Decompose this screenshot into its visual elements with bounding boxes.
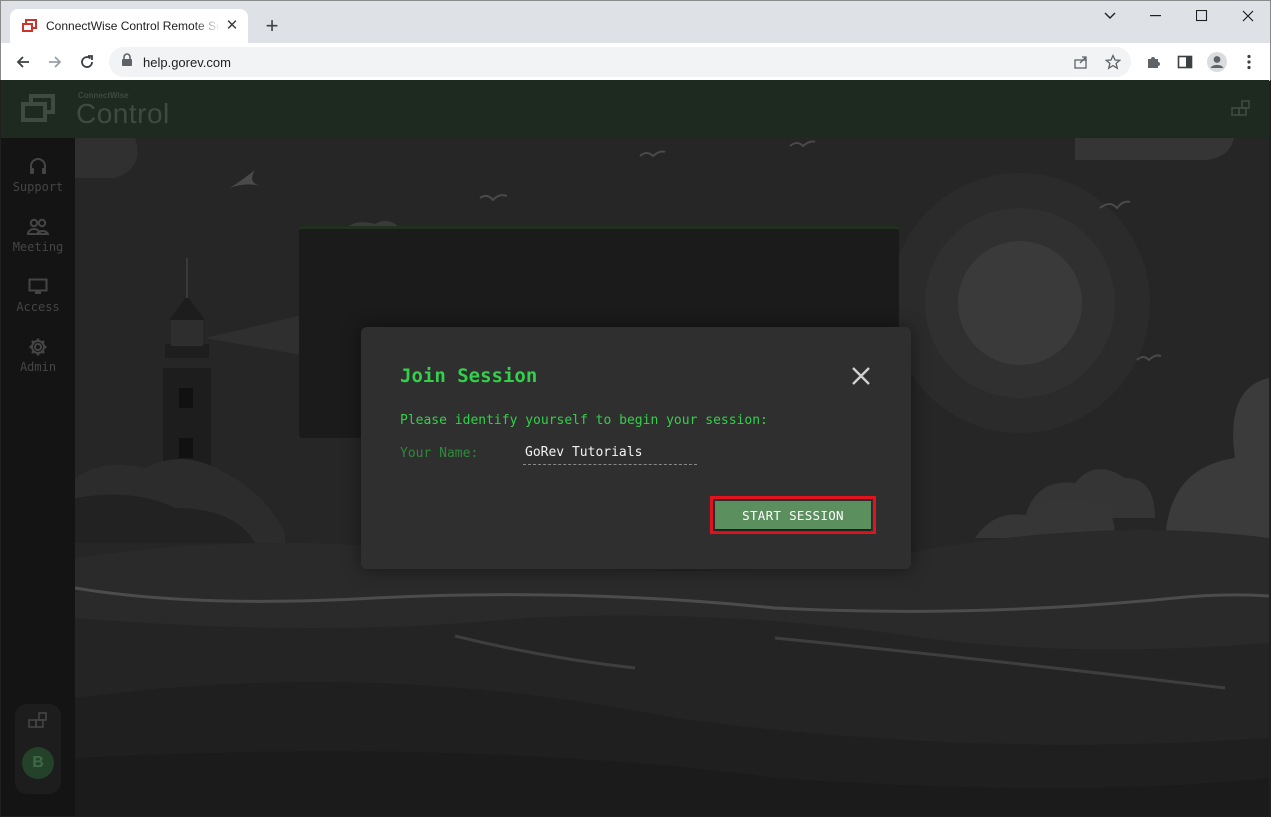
address-bar[interactable]: help.gorev.com [109,47,1131,77]
tab-close-icon[interactable]: ✕ [224,18,240,34]
extensions-grid-icon[interactable] [28,712,48,737]
user-avatar[interactable]: B [22,747,54,779]
side-panel-icon[interactable] [1171,48,1199,76]
browser-toolbar: help.gorev.com [1,43,1270,81]
app-header: ConnectWise Control [1,80,1269,138]
dialog-prompt: Please identify yourself to begin your s… [400,413,768,428]
sidebar-item-label: Admin [19,360,57,374]
dialog-title: Join Session [400,365,538,387]
sidebar-item-access[interactable]: Access [1,276,75,332]
sidebar-item-admin[interactable]: Admin [1,336,75,392]
share-icon[interactable] [1067,48,1095,76]
back-button[interactable] [9,48,37,76]
sidebar-item-support[interactable]: Support [1,156,75,212]
start-session-button[interactable]: START SESSION [715,501,871,529]
monitor-icon [27,276,49,298]
sidebar-item-meeting[interactable]: Meeting [1,216,75,272]
browser-menu-icon[interactable] [1235,48,1263,76]
logo-product-text: Control [76,98,170,129]
forward-button[interactable] [41,48,69,76]
maximize-button[interactable] [1179,1,1225,31]
headset-icon [27,156,49,178]
app-sidebar: Support Meeting Access Admin B [1,138,75,816]
tab-search-chevron-icon[interactable] [1087,1,1133,31]
tab-title: ConnectWise Control Remote Support [46,19,220,33]
close-icon[interactable] [849,364,873,388]
minimize-button[interactable] [1133,1,1179,31]
browser-window: ConnectWise Control Remote Support ✕ + [0,0,1271,81]
sidebar-item-label: Meeting [12,240,64,254]
people-icon [27,216,49,238]
gear-icon [27,336,49,358]
new-tab-button[interactable]: + [259,13,285,39]
connectwise-favicon-icon [22,18,38,34]
url-text: help.gorev.com [143,54,231,70]
lock-icon[interactable] [121,52,133,72]
profile-avatar-icon[interactable] [1203,48,1231,76]
connectwise-logo-icon [21,94,57,124]
sidebar-bottom-panel: B [15,704,61,794]
sidebar-item-label: Support [12,180,64,194]
reload-button[interactable] [73,48,101,76]
tab-strip: ConnectWise Control Remote Support ✕ + [1,1,1270,43]
join-session-dialog: Join Session Please identify yourself to… [361,327,911,569]
browser-tab[interactable]: ConnectWise Control Remote Support ✕ [10,9,248,43]
name-field-label: Your Name: [400,446,479,461]
extensions-grid-icon[interactable] [1231,100,1251,120]
sidebar-item-label: Access [16,300,60,314]
name-input[interactable] [523,440,697,465]
bookmark-star-icon[interactable] [1099,48,1127,76]
close-window-button[interactable] [1225,1,1271,31]
extensions-puzzle-icon[interactable] [1139,48,1167,76]
start-session-highlight: START SESSION [710,496,876,534]
